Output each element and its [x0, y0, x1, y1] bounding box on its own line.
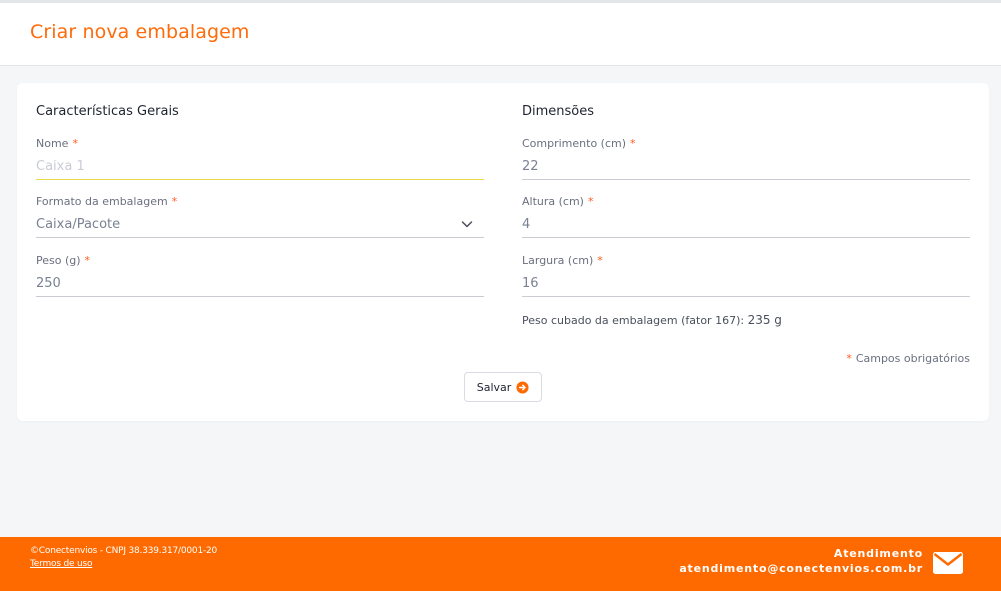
- general-section-title: Características Gerais: [36, 104, 179, 119]
- terms-link[interactable]: Termos de uso: [30, 559, 92, 569]
- name-input[interactable]: Caixa 1: [36, 159, 85, 174]
- format-select-underline: [36, 237, 484, 238]
- arrow-right-circle-icon: [516, 380, 529, 394]
- name-input-underline: [36, 179, 484, 180]
- page-title: Criar nova embalagem: [30, 21, 250, 43]
- height-field[interactable]: Altura (cm) * 4: [522, 195, 970, 238]
- required-fields-note: * Campos obrigatórios: [846, 352, 970, 365]
- save-button-label: Salvar: [476, 380, 512, 394]
- save-button[interactable]: Salvar: [464, 372, 542, 402]
- required-asterisk: *: [846, 352, 852, 365]
- weight-input[interactable]: 250: [36, 276, 61, 291]
- length-input-underline: [522, 179, 970, 180]
- chevron-down-icon[interactable]: [460, 217, 474, 231]
- width-input[interactable]: 16: [522, 276, 539, 291]
- width-label: Largura (cm) *: [522, 254, 603, 267]
- mail-icon[interactable]: [933, 552, 963, 574]
- package-form-card: Características Gerais Nome * Caixa 1 For…: [17, 83, 989, 421]
- format-select-value[interactable]: Caixa/Pacote: [36, 217, 120, 232]
- required-asterisk: *: [587, 195, 594, 208]
- length-input[interactable]: 22: [522, 159, 539, 174]
- required-asterisk: *: [171, 195, 178, 208]
- weight-field[interactable]: Peso (g) * 250: [36, 254, 484, 297]
- height-label: Altura (cm) *: [522, 195, 594, 208]
- length-label: Comprimento (cm) *: [522, 137, 636, 150]
- name-label: Nome *: [36, 137, 78, 150]
- top-bar: Criar nova embalagem: [0, 0, 1001, 66]
- contact-title: Atendimento: [833, 547, 923, 560]
- length-field[interactable]: Comprimento (cm) * 22: [522, 137, 970, 180]
- height-input[interactable]: 4: [522, 217, 530, 232]
- contact-email-link[interactable]: atendimento@conectenvios.com.br: [679, 562, 923, 575]
- weight-label: Peso (g) *: [36, 254, 91, 267]
- width-input-underline: [522, 296, 970, 297]
- required-asterisk: *: [84, 254, 91, 267]
- contact-block: Atendimento atendimento@conectenvios.com…: [679, 547, 923, 575]
- required-asterisk: *: [630, 137, 636, 150]
- cubed-weight-label: Peso cubado da embalagem (fator 167):: [522, 314, 745, 327]
- format-select[interactable]: Formato da embalagem * Caixa/Pacote: [36, 195, 484, 238]
- required-asterisk: *: [597, 254, 603, 267]
- cubed-weight-value: 235 g: [747, 313, 782, 327]
- width-field[interactable]: Largura (cm) * 16: [522, 254, 970, 297]
- height-input-underline: [522, 237, 970, 238]
- copyright-text: ©Conectenvios - CNPJ 38.339.317/0001-20: [30, 546, 218, 556]
- format-label: Formato da embalagem *: [36, 195, 178, 208]
- footer: ©Conectenvios - CNPJ 38.339.317/0001-20 …: [0, 537, 1001, 591]
- dimensions-section-title: Dimensões: [522, 104, 595, 119]
- name-field[interactable]: Nome * Caixa 1: [36, 137, 484, 180]
- weight-input-underline: [36, 296, 484, 297]
- required-asterisk: *: [72, 137, 78, 150]
- cubed-weight: Peso cubado da embalagem (fator 167): 23…: [522, 313, 782, 327]
